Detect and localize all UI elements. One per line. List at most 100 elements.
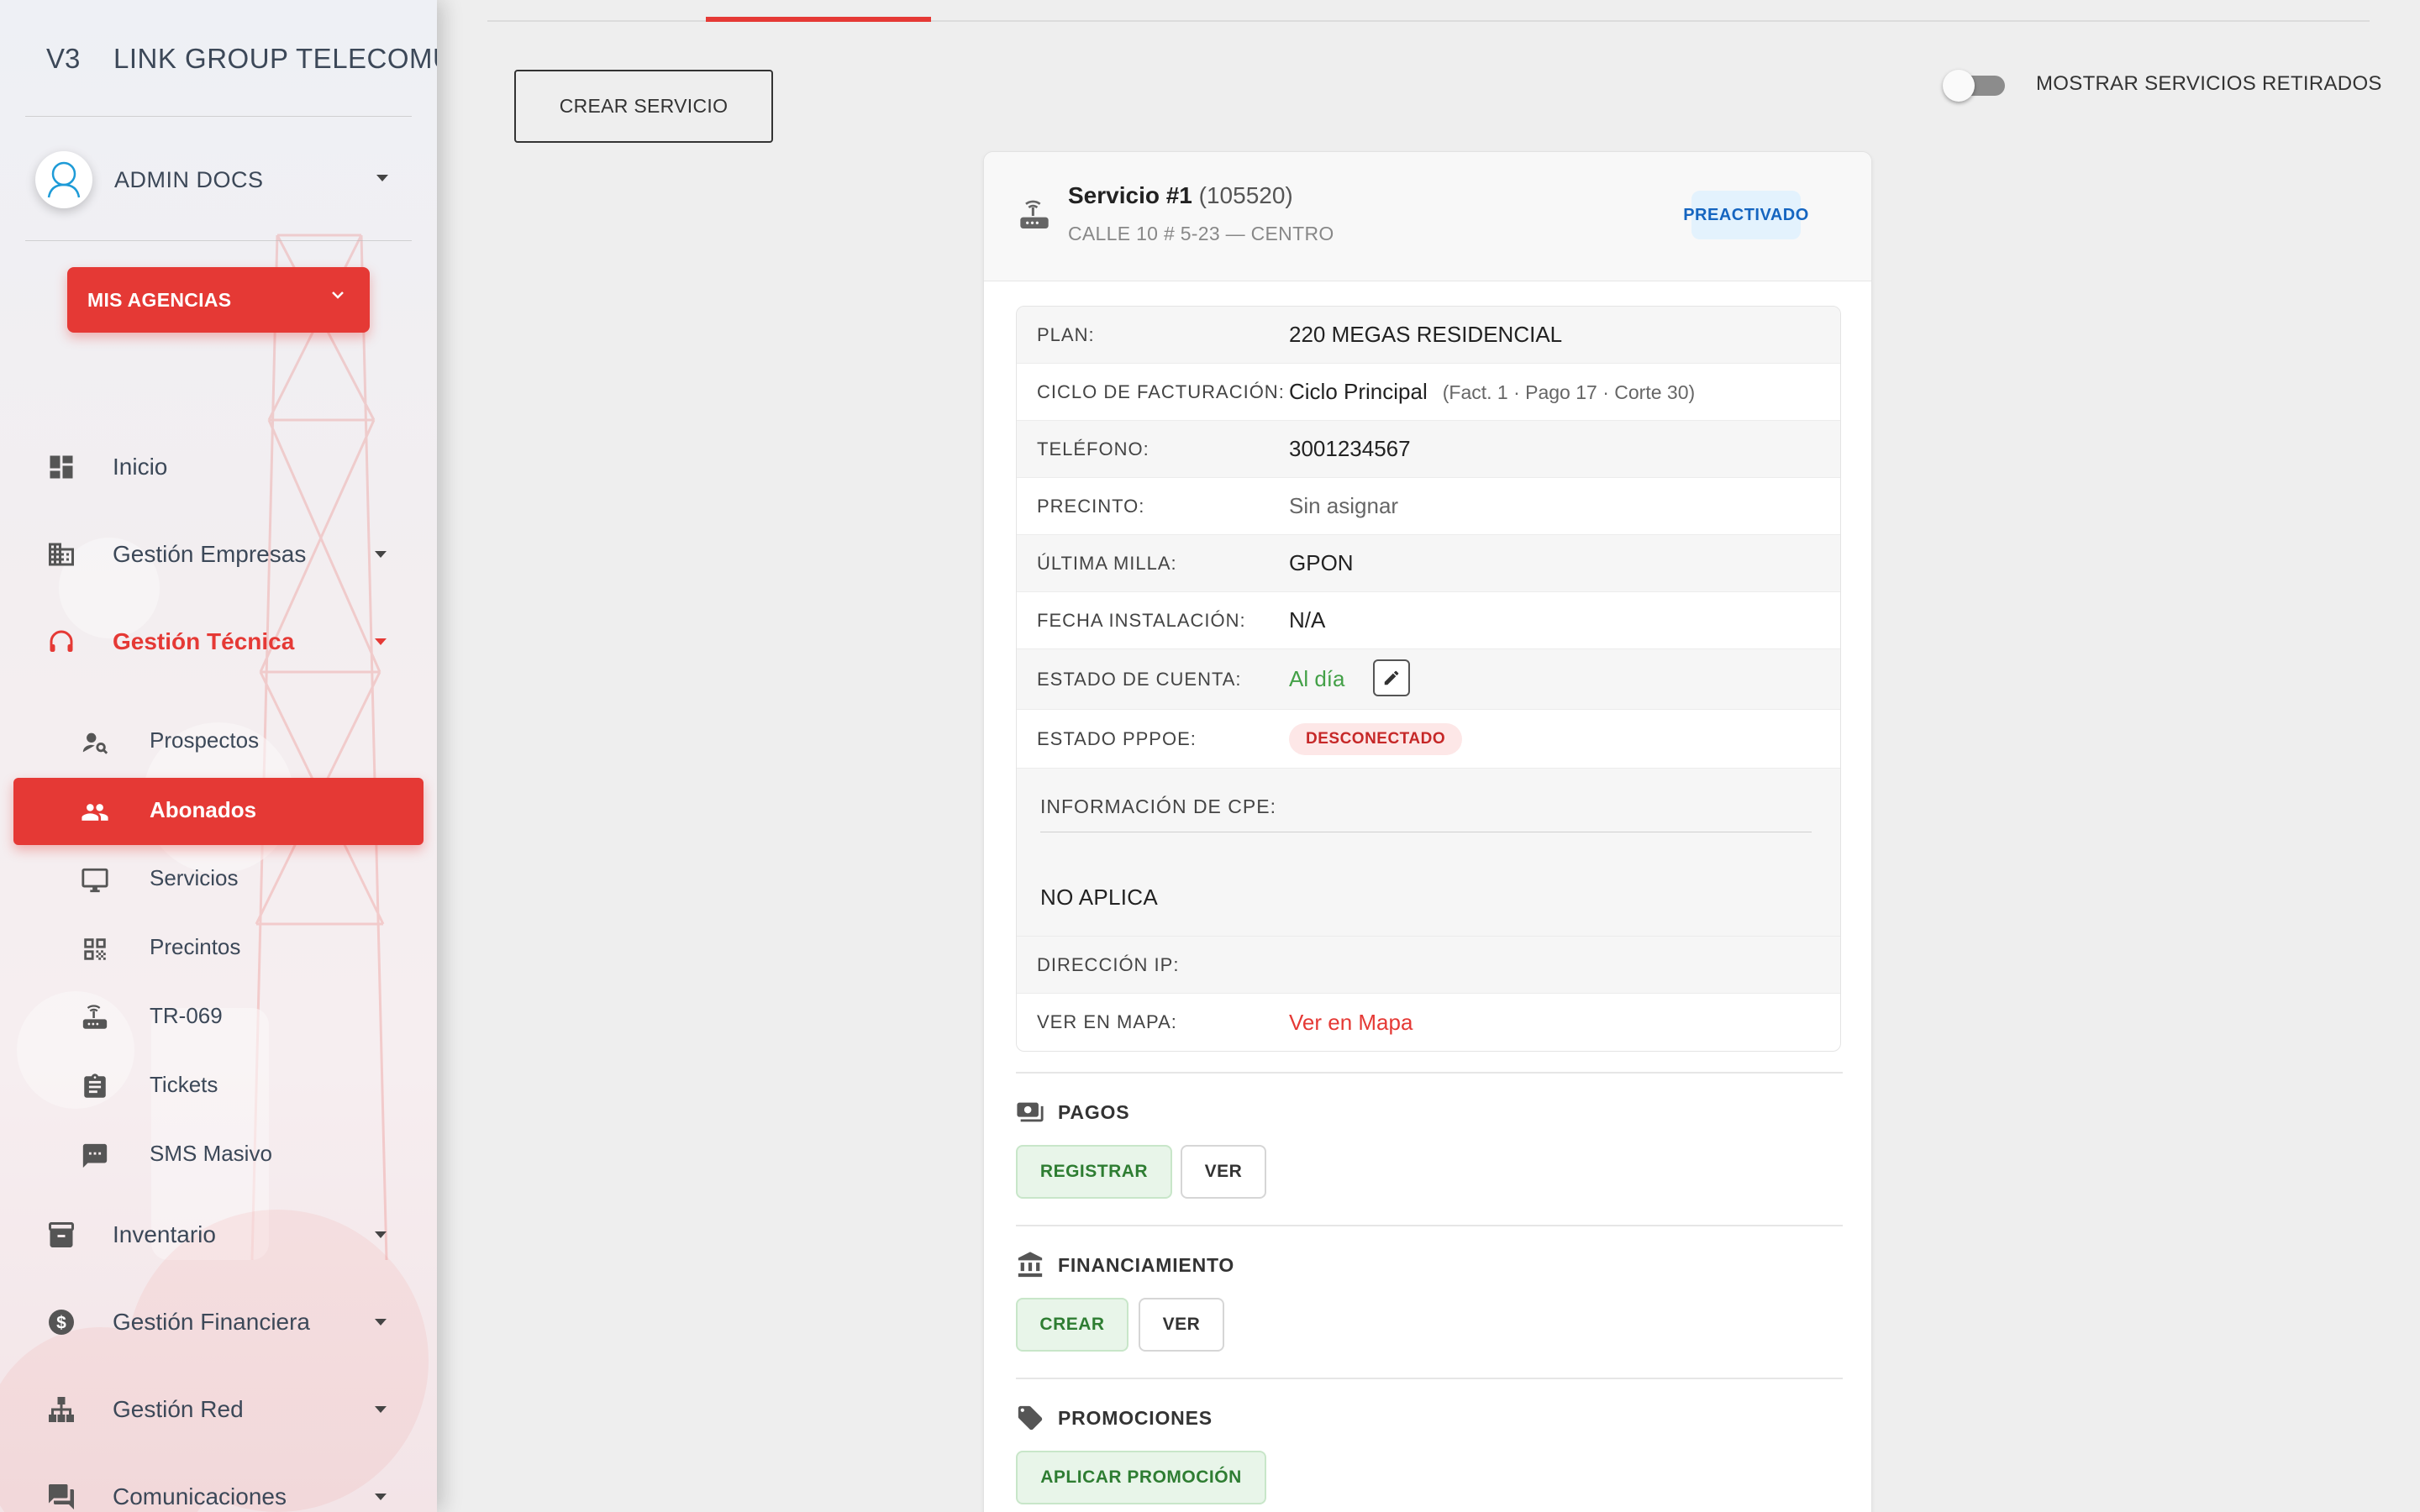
sidebar: V3 LINK GROUP TELECOMUNICACIONES ADMIN D… (0, 0, 437, 1512)
archive-icon (49, 1222, 74, 1247)
qr-code-icon (84, 938, 106, 960)
pagos-title: PAGOS (1058, 1100, 1130, 1123)
nav-item-inventario[interactable]: Inventario (0, 1201, 437, 1268)
people-icon (82, 804, 108, 821)
cpe-info-label: INFORMACIÓN DE CPE: (1040, 795, 1276, 817)
subnav-item-abonados[interactable]: Abonados (13, 778, 424, 845)
subnav-item-servicios[interactable]: Servicios (13, 846, 424, 913)
service-name: Servicio #1 (1068, 182, 1192, 208)
service-card-header: Servicio #1 (105520) CALLE 10 # 5-23 — C… (984, 152, 1871, 281)
precinto-label: PRECINTO: (1037, 495, 1145, 517)
info-row-estado-pppoe: ESTADO PPPOE: DESCONECTADO (1017, 710, 1840, 769)
caret-down-icon (376, 175, 388, 181)
nav-item-gestion-tecnica[interactable]: Gestión Técnica (0, 608, 437, 675)
pagos-section-header: PAGOS (1016, 1098, 1129, 1126)
direccion-ip-label: DIRECCIÓN IP: (1037, 953, 1180, 975)
brand[interactable]: V3 LINK GROUP TELECOMUNICACIONES (46, 40, 437, 77)
financiamiento-section-header: FINANCIAMIENTO (1016, 1251, 1234, 1279)
estado-cuenta-value: Al día (1289, 666, 1345, 691)
subnav-item-tickets[interactable]: Tickets (13, 1053, 424, 1120)
caret-down-icon (375, 638, 387, 645)
subnav-label-precintos: Precintos (150, 934, 241, 959)
nav-item-gestion-empresas[interactable]: Gestión Empresas (0, 521, 437, 588)
building-icon (49, 543, 74, 566)
caret-down-icon (375, 1319, 387, 1326)
headset-icon (50, 630, 73, 652)
sms-icon (82, 1143, 108, 1168)
telefono-label: TELÉFONO: (1037, 438, 1150, 459)
brand-name: LINK GROUP TELECOMUNICACIONES (113, 43, 437, 74)
precinto-value-wrap: Sin asignar (1289, 493, 1398, 519)
telefono-value: 3001234567 (1289, 436, 1411, 461)
aplicar-promocion-button[interactable]: APLICAR PROMOCIÓN (1016, 1451, 1266, 1504)
plan-label: PLAN: (1037, 323, 1095, 345)
subnav-item-prospectos[interactable]: Prospectos (13, 708, 424, 775)
router-icon (82, 1005, 108, 1029)
network-icon (49, 1397, 74, 1422)
active-tab-indicator[interactable] (706, 17, 931, 22)
chevron-down-icon (332, 291, 344, 299)
cpe-info-value: NO APLICA (1040, 885, 1158, 910)
ultima-milla-value: GPON (1289, 550, 1354, 575)
caret-down-icon (375, 1231, 387, 1238)
financiamiento-title: FINANCIAMIENTO (1058, 1253, 1235, 1276)
crear-financiamiento-button[interactable]: CREAR (1016, 1298, 1128, 1352)
caret-down-icon (375, 1494, 387, 1500)
nav-label-gestion-red: Gestión Red (113, 1396, 244, 1422)
plan-value: 220 MEGAS RESIDENCIAL (1289, 322, 1563, 347)
section-divider (1016, 1072, 1843, 1074)
clipboard-icon (84, 1074, 106, 1098)
section-divider (1016, 1378, 1843, 1379)
mostrar-retirados-label[interactable]: MOSTRAR SERVICIOS RETIRADOS (2036, 72, 2382, 96)
nav-item-inicio[interactable]: Inicio (0, 433, 437, 501)
nav-label-gestion-empresas: Gestión Empresas (113, 541, 307, 567)
subnav-label-abonados: Abonados (150, 797, 257, 822)
subnav-item-tr069[interactable]: TR-069 (13, 984, 424, 1051)
caret-down-icon (375, 551, 387, 558)
pencil-icon (1384, 670, 1399, 685)
service-card: Servicio #1 (105520) CALLE 10 # 5-23 — C… (983, 151, 1872, 1512)
promociones-title: PROMOCIONES (1058, 1406, 1213, 1429)
fecha-instalacion-value: N/A (1289, 607, 1326, 633)
user-outline-icon (47, 161, 81, 198)
brand-divider (25, 116, 412, 117)
mis-agencias-label: MIS AGENCIAS (87, 288, 232, 311)
user-menu[interactable]: ADMIN DOCS (35, 151, 397, 208)
nav-item-gestion-red[interactable]: Gestión Red (0, 1376, 437, 1443)
ver-en-mapa-link[interactable]: Ver en Mapa (1289, 1010, 1413, 1036)
crear-servicio-button[interactable]: CREAR SERVICIO (514, 70, 773, 143)
user-divider (25, 240, 412, 241)
mostrar-retirados-toggle[interactable] (1943, 70, 2007, 102)
info-row-plan: PLAN: 220 MEGAS RESIDENCIAL (1017, 307, 1840, 364)
ciclo-extra: (Fact. 1 · Pago 17 · Corte 30) (1442, 381, 1696, 403)
mis-agencias-button[interactable]: MIS AGENCIAS (67, 267, 370, 333)
subnav-label-servicios: Servicios (150, 865, 239, 890)
service-id: (105520) (1198, 182, 1293, 208)
subnav-label-tickets: Tickets (150, 1072, 218, 1097)
nav-item-comunicaciones[interactable]: Comunicaciones (0, 1463, 437, 1512)
cpe-info-block: INFORMACIÓN DE CPE: NO APLICA (1017, 769, 1840, 937)
svg-text:$: $ (56, 1314, 66, 1333)
nav-item-gestion-financiera[interactable]: $ Gestión Financiera (0, 1289, 437, 1356)
edit-estado-cuenta-button[interactable] (1373, 659, 1410, 696)
promociones-section-header: PROMOCIONES (1016, 1404, 1213, 1432)
service-info-table: PLAN: 220 MEGAS RESIDENCIAL CICLO DE FAC… (1016, 306, 1841, 1052)
nav-label-gestion-financiera: Gestión Financiera (113, 1309, 311, 1335)
ver-mapa-label: VER EN MAPA: (1037, 1011, 1177, 1032)
subnav-item-precintos[interactable]: Precintos (13, 915, 424, 982)
subnav-label-prospectos: Prospectos (150, 727, 260, 753)
info-row-estado-cuenta: ESTADO DE CUENTA: Al día (1017, 649, 1840, 710)
subnav-label-sms-masivo: SMS Masivo (150, 1141, 272, 1166)
registrar-pago-button[interactable]: REGISTRAR (1016, 1145, 1172, 1199)
subnav-item-sms-masivo[interactable]: SMS Masivo (13, 1121, 424, 1189)
info-row-direccion-ip: DIRECCIÓN IP: (1017, 937, 1840, 994)
subnav-label-tr069: TR-069 (150, 1003, 223, 1028)
ver-pagos-button[interactable]: VER (1181, 1145, 1266, 1199)
monitor-icon (82, 868, 108, 893)
payments-icon (1017, 1102, 1044, 1122)
toggle-knob (1943, 70, 1975, 102)
section-divider (1016, 1225, 1843, 1226)
dollar-icon: $ (49, 1310, 74, 1335)
router-icon (1020, 200, 1049, 228)
ver-financiamiento-button[interactable]: VER (1139, 1298, 1224, 1352)
